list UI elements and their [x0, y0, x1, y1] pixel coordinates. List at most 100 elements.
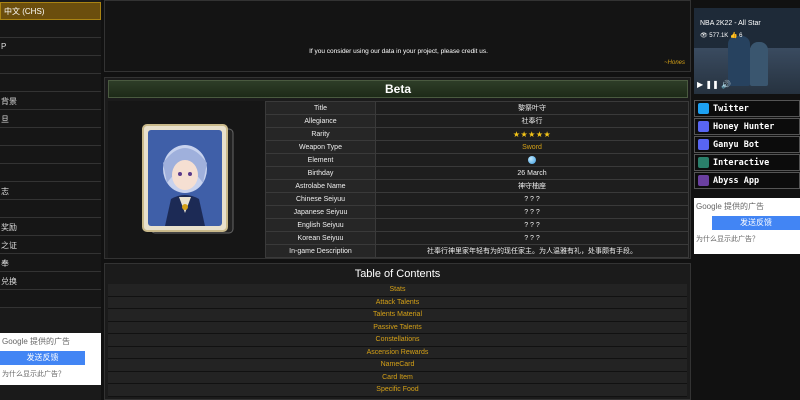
stats-value-text: 社奉行: [521, 118, 543, 125]
stats-row: Title 黎祭叶守: [265, 101, 689, 115]
toc-link[interactable]: Card Item: [108, 371, 687, 384]
sidebar-nav-item[interactable]: 之证: [0, 236, 101, 254]
stats-value-text: 神守柚座: [518, 183, 546, 190]
stats-key: Astrolabe Name: [265, 179, 376, 193]
sidebar-nav-item[interactable]: [0, 146, 101, 164]
stats-value-text: ? ? ?: [524, 208, 540, 216]
external-link[interactable]: Twitter: [694, 100, 800, 117]
discord-icon: [698, 121, 709, 132]
character-info: Beta Title 黎祭叶守 Allegiance 社奉行 Rarity ★★★★★ We…: [104, 77, 691, 259]
stats-value: ? ? ?: [375, 192, 689, 206]
toc-link[interactable]: Ascension Rewards: [108, 346, 687, 359]
sidebar-nav-item[interactable]: 旦: [0, 110, 101, 128]
credit-box: If you consider using our data in your p…: [104, 0, 691, 72]
ad-why-link[interactable]: 为什么显示此广告？: [694, 230, 800, 244]
sidebar-nav-item[interactable]: 志: [0, 182, 101, 200]
rarity-stars: ★★★★★: [512, 129, 552, 139]
external-link[interactable]: Ganyu Bot: [694, 136, 800, 153]
ad-feedback-button[interactable]: 发送反馈: [712, 216, 800, 230]
toc-link[interactable]: Attack Talents: [108, 296, 687, 309]
stats-value-text: Sword: [522, 143, 542, 151]
sidebar-nav-item[interactable]: 奖励: [0, 218, 101, 236]
abyss-icon: [698, 175, 709, 186]
sidebar-nav-item[interactable]: [0, 200, 101, 218]
video-player[interactable]: NBA 2K22 - All Star 👁 577.1K 👍 6 ▶ ❚❚ 🔊: [694, 8, 800, 94]
like-icon: 👍: [730, 33, 738, 39]
video-title: NBA 2K22 - All Star: [700, 20, 761, 27]
pause-icon[interactable]: ❚❚: [705, 80, 718, 89]
right-sidebar: NBA 2K22 - All Star 👁 577.1K 👍 6 ▶ ❚❚ 🔊 …: [694, 0, 800, 400]
stats-row: Astrolabe Name 神守柚座: [265, 179, 689, 193]
sidebar-nav: P 背景旦志奖励 之证奉兑换: [0, 20, 101, 308]
stats-value-text: 26 March: [517, 169, 547, 177]
sidebar-nav-item[interactable]: [0, 74, 101, 92]
character-portrait: [142, 124, 234, 234]
ad-feedback-button[interactable]: 发送反馈: [0, 351, 85, 365]
stats-row: English Seiyuu ? ? ?: [265, 218, 689, 232]
stats-row: Element: [265, 153, 689, 167]
stats-key: Korean Seiyuu: [265, 231, 376, 245]
toc-list: Stats Attack Talents Talents Material Passi…: [105, 284, 690, 397]
sidebar-nav-item[interactable]: P: [0, 38, 101, 56]
stats-value-text: 黎祭叶守: [518, 105, 546, 112]
stats-key: Birthday: [265, 166, 376, 180]
external-link-label: Honey Hunter: [713, 122, 775, 132]
stats-value-text: ? ? ?: [524, 195, 540, 203]
toc-link[interactable]: Talents Material: [108, 309, 687, 322]
stats-key: Japanese Seiyuu: [265, 205, 376, 219]
stats-value: 社奉行: [375, 114, 689, 128]
sidebar-nav-item[interactable]: 背景: [0, 92, 101, 110]
credit-signature: ~Hones: [664, 60, 685, 66]
sidebar-nav-item[interactable]: [0, 290, 101, 308]
credit-text: If you consider using our data in your p…: [309, 48, 488, 55]
sidebar-nav-item[interactable]: [0, 128, 101, 146]
views-icon: 👁: [700, 33, 708, 39]
stats-row: Japanese Seiyuu ? ? ?: [265, 205, 689, 219]
toc-link[interactable]: NameCard: [108, 359, 687, 372]
toc-link[interactable]: Constellations: [108, 334, 687, 347]
stats-value-text: 社奉行神里家年轻有为的现任家主。为人温雅有礼，处事颇有手段。: [427, 248, 637, 255]
external-link-label: Abyss App: [713, 176, 760, 186]
genshin-icon: [698, 157, 709, 168]
portrait-cell: [108, 101, 265, 258]
left-sidebar: 中文 (CHS) P 背景旦志奖励 之证奉兑换 Google 提供的广告 发送反馈 …: [0, 0, 101, 400]
video-likes: 6: [739, 33, 743, 39]
external-link[interactable]: Interactive: [694, 154, 800, 171]
stats-row: Birthday 26 March: [265, 166, 689, 180]
toc-link[interactable]: Passive Talents: [108, 321, 687, 334]
external-link[interactable]: Honey Hunter: [694, 118, 800, 135]
stats-key: Allegiance: [265, 114, 376, 128]
stats-value: 26 March: [375, 166, 689, 180]
ad-provider-label: Google 提供的广告: [696, 202, 765, 211]
external-link[interactable]: Abyss App: [694, 172, 800, 189]
stats-value: ★★★★★: [375, 127, 689, 141]
element-icon: [528, 156, 536, 164]
discord-icon: [698, 139, 709, 150]
table-of-contents: Table of Contents Stats Attack Talents Tal…: [104, 263, 691, 400]
ad-why-link[interactable]: 为什么显示此广告？: [0, 365, 101, 379]
sidebar-nav-item[interactable]: [0, 56, 101, 74]
stats-row: Korean Seiyuu ? ? ?: [265, 231, 689, 245]
stats-key: Rarity: [265, 127, 376, 141]
sidebar-nav-item[interactable]: 兑换: [0, 272, 101, 290]
character-stats-table: Title 黎祭叶守 Allegiance 社奉行 Rarity ★★★★★ Weapon …: [265, 101, 689, 258]
language-selector[interactable]: 中文 (CHS): [0, 2, 101, 20]
character-name-header: Beta: [108, 80, 688, 98]
stats-value: 社奉行神里家年轻有为的现任家主。为人温雅有礼，处事颇有手段。: [375, 244, 689, 258]
volume-icon[interactable]: 🔊: [721, 80, 731, 89]
stats-value: ? ? ?: [375, 205, 689, 219]
sidebar-nav-item[interactable]: [0, 20, 101, 38]
toc-title: Table of Contents: [354, 268, 441, 280]
toc-link[interactable]: Stats: [108, 284, 687, 297]
sidebar-nav-item[interactable]: 奉: [0, 254, 101, 272]
play-icon[interactable]: ▶: [697, 80, 703, 89]
external-link-label: Interactive: [713, 158, 770, 168]
toc-link[interactable]: Specific Food: [108, 384, 687, 397]
external-links: Twitter Honey Hunter Ganyu Bot Interactive A…: [694, 100, 800, 190]
main-content: If you consider using our data in your p…: [104, 0, 691, 400]
sidebar-nav-item[interactable]: [0, 164, 101, 182]
stats-row: Chinese Seiyuu ? ? ?: [265, 192, 689, 206]
stats-key: Element: [265, 153, 376, 167]
stats-key: Title: [265, 101, 376, 115]
stats-value: ? ? ?: [375, 231, 689, 245]
